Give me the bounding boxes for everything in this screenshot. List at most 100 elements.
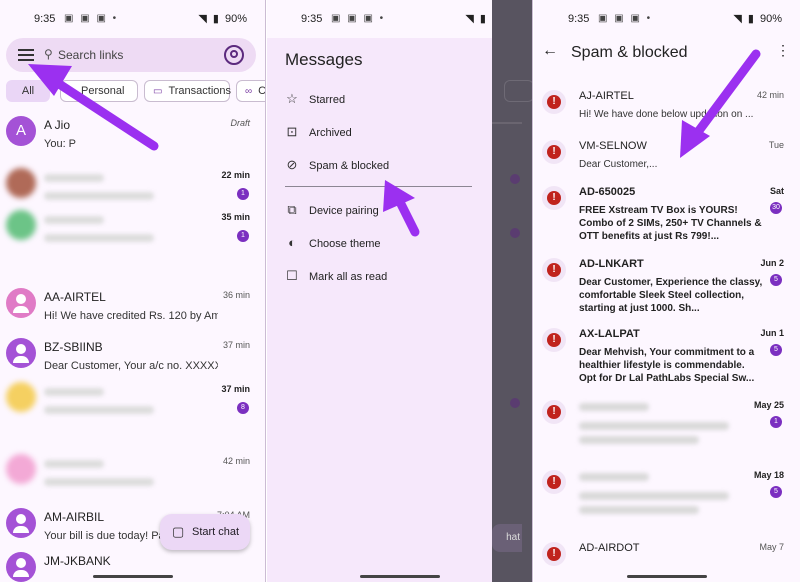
spam-warning-icon <box>542 400 566 424</box>
avatar <box>6 552 36 582</box>
avatar <box>6 338 36 368</box>
drawer-item-label: Archived <box>309 127 352 139</box>
chip-transactions[interactable]: ▭ Transactions <box>144 80 232 102</box>
dimmed-chip <box>504 80 532 102</box>
redacted-name <box>44 460 104 468</box>
conversation-snippet: Hi! We have credited Rs. 120 by Ama... <box>44 310 218 322</box>
person-icon: ● <box>69 86 76 97</box>
notification-icons: ▣ ▣ ▣ • <box>331 13 386 24</box>
conversation-row[interactable]: 42 min <box>0 452 265 498</box>
spam-warning-icon <box>542 470 566 494</box>
conversation-list-screen: 9:35 ▣ ▣ ▣ • ◥ ▮ 90% ⚲ Search links All … <box>0 0 266 582</box>
redacted-sender <box>579 403 649 411</box>
conversation-row[interactable]: BZ-SBIINB Dear Customer, Your a/c no. XXX… <box>0 336 265 382</box>
spam-blocked-screen: 9:35 ▣ ▣ ▣ • ◥ ▮ 90% ← Spam & blocked ⋮ … <box>534 0 800 582</box>
spam-sender: AD-650025 <box>579 186 636 198</box>
redacted-snippet <box>44 192 154 200</box>
spam-sender: AD-AIRDOT <box>579 542 640 554</box>
conversation-name: JM-JKBANK <box>44 554 111 568</box>
chip-label: Personal <box>81 85 125 97</box>
conversation-time: 37 min <box>222 340 250 350</box>
spam-warning-icon <box>542 328 566 352</box>
redacted-snippet <box>579 506 699 514</box>
chip-label: Transactions <box>168 85 232 97</box>
spam-sender: AD-LNKART <box>579 258 644 270</box>
status-time: 9:35 <box>568 13 590 25</box>
start-chat-label: Start chat <box>192 526 240 538</box>
gesture-bar[interactable] <box>360 575 440 578</box>
redacted-name <box>44 388 104 396</box>
battery-percent: 90% <box>759 13 782 25</box>
menu-icon[interactable] <box>18 47 34 63</box>
spam-row[interactable]: AD-650025 FREE Xstream TV Box is YOURS! C… <box>534 186 800 246</box>
unread-badge: 5 <box>770 344 782 356</box>
spam-row[interactable]: AD-LNKART Dear Customer, Experience the c… <box>534 258 800 318</box>
more-options-icon[interactable]: ⋮ <box>776 42 790 59</box>
search-placeholder[interactable]: Search links <box>58 48 123 62</box>
conversation-name: AM-AIRBIL <box>44 510 105 524</box>
conversation-name: A Jio <box>44 118 71 132</box>
avatar <box>6 508 36 538</box>
chip-label: All <box>21 85 35 97</box>
start-chat-button[interactable]: ▢ Start chat <box>160 514 250 550</box>
conversation-name: BZ-SBIINB <box>44 340 103 354</box>
block-icon: ⊘ <box>286 157 298 172</box>
battery-icon: ▮ <box>212 13 219 25</box>
wifi-icon: ◥ <box>465 13 474 25</box>
spam-warning-icon <box>542 258 566 282</box>
back-arrow-icon[interactable]: ← <box>542 42 558 60</box>
drawer-screen: 9:35 ▣ ▣ ▣ • ◥ ▮ 90% hat Messages ☆Starr… <box>267 0 533 582</box>
spam-snippet: Hi! We have done below updation on ... <box>579 109 754 120</box>
spam-warning-icon <box>542 542 566 566</box>
status-time: 9:35 <box>301 13 323 25</box>
spam-sender: AX-LALPAT <box>579 328 640 340</box>
spam-time: Sat <box>769 186 784 196</box>
chip-more[interactable]: ∞ C <box>236 80 265 102</box>
spam-sender: VM-SELNOW <box>579 140 647 152</box>
drawer-item-label: Device pairing <box>309 205 379 217</box>
conversation-row[interactable]: 35 min 1 <box>0 208 265 254</box>
chip-personal[interactable]: ● Personal <box>60 80 138 102</box>
avatar <box>6 210 36 240</box>
spam-warning-icon <box>542 186 566 210</box>
drawer-divider <box>285 186 472 187</box>
devices-icon: ⧉ <box>287 202 297 217</box>
spam-time: Tue <box>768 140 784 150</box>
scrim[interactable]: hat <box>492 0 532 582</box>
dimmed-fab: hat <box>492 524 522 552</box>
conversation-row[interactable]: AA-AIRTEL Hi! We have credited Rs. 120 by… <box>0 286 265 332</box>
battery-percent: 90% <box>224 13 247 25</box>
redacted-snippet <box>579 436 699 444</box>
spam-sender: AJ-AIRTEL <box>579 90 634 102</box>
redacted-snippet <box>44 478 154 486</box>
conversation-row[interactable]: 22 min 1 <box>0 166 265 212</box>
theme-icon: ◐ <box>288 235 296 250</box>
drawer-item-label: Choose theme <box>309 238 381 250</box>
redacted-name <box>44 216 104 224</box>
redacted-snippet <box>44 234 154 242</box>
spam-row[interactable]: May 18 5 <box>534 470 800 530</box>
redacted-name <box>44 174 104 182</box>
spam-row[interactable]: May 25 1 <box>534 400 800 460</box>
status-time: 9:35 <box>34 13 56 25</box>
conversation-snippet: Dear Customer, Your a/c no. XXXXXX... <box>44 360 218 372</box>
drawer-item-label: Spam & blocked <box>309 160 390 172</box>
search-icon: ⚲ <box>44 47 53 61</box>
spam-snippet: Dear Customer, Experience the classy, co… <box>579 277 763 314</box>
notification-icons: ▣ ▣ ▣ • <box>64 13 119 24</box>
wifi-icon: ◥ <box>198 13 207 25</box>
card-icon: ▭ <box>153 86 163 97</box>
spam-row[interactable]: AX-LALPAT Dear Mehvish, Your commitment t… <box>534 328 800 388</box>
avatar <box>6 288 36 318</box>
search-bar[interactable]: ⚲ Search links <box>6 38 256 72</box>
conversation-row[interactable]: A A Jio You: P Draft <box>0 114 265 160</box>
gesture-bar[interactable] <box>627 575 707 578</box>
spam-warning-icon <box>542 90 566 114</box>
gesture-bar[interactable] <box>93 575 173 578</box>
conversation-row[interactable]: 37 min 8 <box>0 380 265 426</box>
account-icon[interactable] <box>224 45 244 65</box>
status-bar: 9:35 ▣ ▣ ▣ • ◥ ▮ 90% <box>0 0 265 38</box>
conversation-time: 36 min <box>222 290 250 300</box>
spam-time: 42 min <box>756 90 784 100</box>
chip-all[interactable]: All <box>6 80 50 102</box>
